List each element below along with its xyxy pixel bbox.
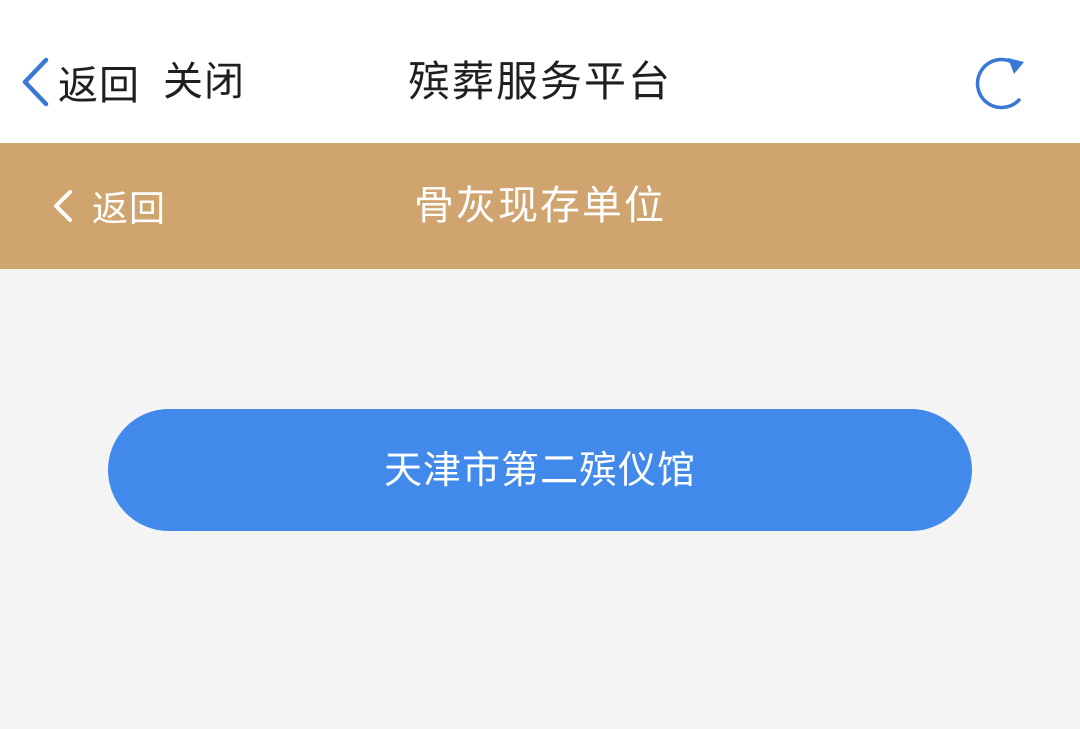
page-title: 殡葬服务平台 [407, 57, 672, 106]
unit-button-tianjin-second-funeral-home[interactable]: 天津市第二殡仪馆 [108, 409, 972, 531]
refresh-icon [975, 57, 1024, 110]
refresh-button[interactable] [962, 50, 1032, 120]
page-header-bar: 返回 骨灰现存单位 [0, 143, 1080, 269]
header-title: 骨灰现存单位 [414, 183, 666, 229]
app-nav-bar: 返回 关闭 殡葬服务平台 [0, 0, 1080, 143]
